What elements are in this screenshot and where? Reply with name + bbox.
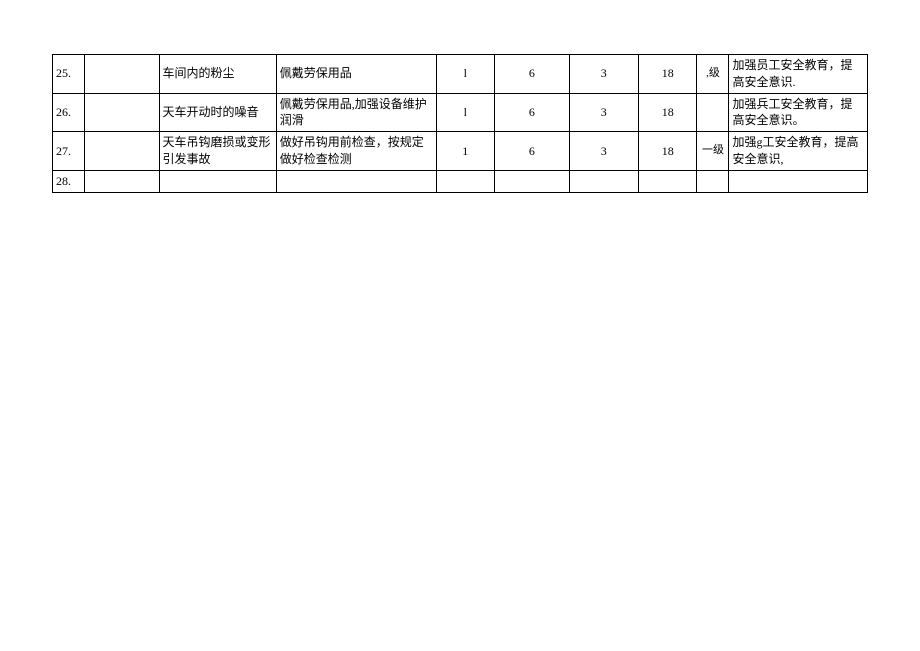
cell-l: l [436,55,495,94]
cell-description [159,170,276,192]
cell-level: ,级 [697,55,729,94]
document-page: 25. 车间内的粉尘 佩戴劳保用品 l 6 3 18 ,级 加强员工安全教育，提… [0,0,920,651]
table-row: 26. 天车开动时的噪音 佩戴劳保用品,加强设备维护润滑 l 6 3 18 加强… [53,93,868,132]
risk-table: 25. 车间内的粉尘 佩戴劳保用品 l 6 3 18 ,级 加强员工安全教育，提… [52,54,868,193]
cell-e: 6 [495,93,570,132]
cell-blank [84,170,159,192]
cell-note: 加强员工安全教育，提高安全意识. [729,55,868,94]
cell-index: 26. [53,93,85,132]
cell-measure: 佩戴劳保用品 [276,55,436,94]
cell-blank [84,132,159,171]
cell-c: 3 [569,132,638,171]
cell-level [697,170,729,192]
cell-d [638,170,697,192]
cell-note: 加强兵工安全教育，提高安全意识。 [729,93,868,132]
cell-c [569,170,638,192]
cell-description: 天车开动时的噪音 [159,93,276,132]
cell-l: 1 [436,132,495,171]
table-row: 28. [53,170,868,192]
cell-d: 18 [638,132,697,171]
cell-index: 25. [53,55,85,94]
cell-d: 18 [638,55,697,94]
cell-l: l [436,93,495,132]
table-row: 25. 车间内的粉尘 佩戴劳保用品 l 6 3 18 ,级 加强员工安全教育，提… [53,55,868,94]
cell-measure [276,170,436,192]
cell-blank [84,93,159,132]
cell-measure: 佩戴劳保用品,加强设备维护润滑 [276,93,436,132]
cell-note [729,170,868,192]
cell-c: 3 [569,55,638,94]
cell-e: 6 [495,132,570,171]
cell-note: 加强g工安全教育，提高安全意识, [729,132,868,171]
cell-index: 28. [53,170,85,192]
cell-e: 6 [495,55,570,94]
cell-index: 27. [53,132,85,171]
cell-d: 18 [638,93,697,132]
cell-description: 天车吊钩磨损或变形引发事故 [159,132,276,171]
cell-blank [84,55,159,94]
cell-c: 3 [569,93,638,132]
cell-level: 一级 [697,132,729,171]
cell-e [495,170,570,192]
cell-level [697,93,729,132]
cell-l [436,170,495,192]
cell-description: 车间内的粉尘 [159,55,276,94]
table-row: 27. 天车吊钩磨损或变形引发事故 做好吊钩用前检查，按规定做好检查检测 1 6… [53,132,868,171]
cell-measure: 做好吊钩用前检查，按规定做好检查检测 [276,132,436,171]
